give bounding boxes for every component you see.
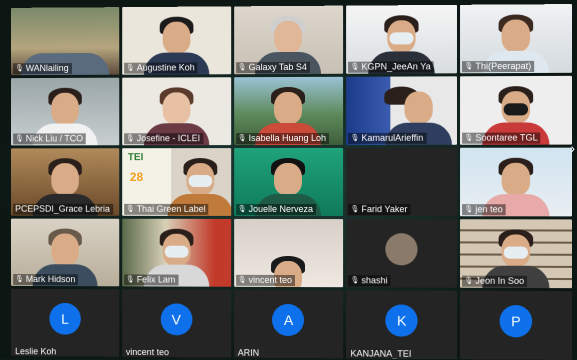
mic-icon: 🎙 — [238, 62, 247, 73]
participant-name: 🎙 KGPN_JeeAn Ya — [348, 61, 433, 72]
participant-name: 🎙 Jeon In Soo — [462, 276, 527, 287]
participant-name: 🎙 Nick Liu / TCO — [13, 133, 86, 144]
participant-tile[interactable]: 🎙 Nick Liu / TCO — [11, 78, 119, 146]
mic-icon: 🎙 — [126, 204, 135, 215]
video-conference-window: 🎙 WANlailing 🎙 Augustine Koh 🎙 Galaxy Tab S… — [0, 0, 577, 358]
participant-name: 🎙 Thai Green Label — [124, 204, 209, 215]
participant-tile[interactable]: 🎙 jen teo — [460, 148, 572, 217]
mic-icon: 🎙 — [464, 61, 473, 72]
participant-tile[interactable]: 🎙 Josefine - ICLEI — [122, 77, 231, 145]
participant-name: 🎙 Augustine Koh — [124, 62, 198, 73]
participant-name: 🎙 Mark Hidson — [13, 274, 78, 285]
participant-tile[interactable]: 🎙 Felix Lam — [122, 219, 231, 287]
participant-name: 🎙 Isabella Huang Loh — [236, 133, 329, 144]
participant-tile[interactable]: 🎙 WANlailing — [11, 7, 119, 75]
participant-tile[interactable]: 🎙 KGPN_JeeAn Ya — [346, 5, 457, 74]
participant-tile[interactable]: 🎙 Mark Hidson — [11, 219, 119, 287]
mic-icon: 🎙 — [15, 274, 24, 285]
mic-icon: 🎙 — [238, 204, 247, 215]
participant-name: 🎙 vincent teo — [236, 275, 295, 286]
avatar: V — [160, 303, 192, 335]
participant-name: ARIN — [238, 348, 259, 358]
participant-tile[interactable]: K KANJANA_TEI — [346, 290, 457, 359]
anniversary-label: 28 — [130, 170, 143, 184]
participant-tile[interactable]: V vincent teo — [122, 289, 231, 357]
participant-tile[interactable]: L Leslie Koh — [11, 289, 119, 357]
participant-tile[interactable]: 🎙 Soontaree TGL — [460, 76, 572, 145]
participant-gallery: 🎙 WANlailing 🎙 Augustine Koh 🎙 Galaxy Tab S… — [11, 4, 572, 360]
participant-tile[interactable]: 🎙 Jouelle Nerveza — [234, 148, 344, 216]
participant-name: vincent teo — [126, 347, 169, 357]
mic-icon: 🎙 — [351, 133, 360, 144]
participant-tile[interactable]: 🎙 KamarulArieffin — [346, 76, 457, 145]
chevron-right-icon[interactable]: › — [570, 140, 575, 156]
participant-name: 🎙 KamarulArieffin — [348, 133, 426, 144]
avatar: A — [273, 304, 305, 336]
mic-icon: 🎙 — [15, 134, 24, 145]
avatar: L — [49, 303, 80, 335]
participant-tile[interactable]: 🎙 Galaxy Tab S4 — [234, 6, 344, 75]
participant-name: 🎙 Jouelle Nerveza — [236, 204, 316, 215]
participant-tile[interactable]: A ARIN — [234, 290, 344, 359]
participant-name: 🎙 shashi — [348, 275, 390, 286]
participant-tile[interactable]: 🎙 Farid Yaker — [346, 148, 457, 216]
mic-icon: 🎙 — [351, 275, 360, 286]
profile-photo — [386, 233, 418, 265]
avatar: P — [500, 305, 533, 337]
participant-name: Leslie Koh — [15, 346, 56, 356]
mic-icon: 🎙 — [238, 275, 247, 286]
participant-name: 🎙 Galaxy Tab S4 — [236, 62, 310, 73]
tei-logo: TEI — [128, 152, 143, 163]
mic-icon: 🎙 — [126, 63, 135, 74]
mic-icon: 🎙 — [464, 276, 473, 287]
participant-tile[interactable]: 🎙 vincent teo — [234, 219, 344, 287]
mic-icon: 🎙 — [238, 133, 247, 144]
avatar: K — [386, 304, 418, 336]
participant-name: KANJANA_TEI — [351, 348, 412, 358]
participant-name: 🎙 jen teo — [462, 204, 506, 215]
participant-tile[interactable]: 🎙 Jeon In Soo — [460, 219, 572, 288]
mic-icon: 🎙 — [351, 204, 360, 215]
mic-icon: 🎙 — [351, 62, 360, 73]
participant-name: 🎙 Farid Yaker — [348, 204, 410, 215]
participant-tile[interactable]: PCEPSDI_Grace Lebria — [11, 148, 119, 216]
participant-name: 🎙 Soontaree TGL — [462, 133, 540, 144]
participant-name: PCEPSDI_Grace Lebria — [13, 204, 113, 215]
participant-name: 🎙 Felix Lam — [124, 274, 178, 285]
participant-name: 🎙 Thi(Peerapat) — [462, 61, 534, 72]
mic-icon: 🎙 — [126, 133, 135, 144]
participant-tile[interactable]: 🎙 Augustine Koh — [122, 6, 231, 74]
mic-icon: 🎙 — [126, 274, 135, 285]
participant-tile[interactable]: P — [460, 291, 572, 360]
participant-name: 🎙 Josefine - ICLEI — [124, 133, 203, 144]
participant-tile[interactable]: TEI 28 🎙 Thai Green Label — [122, 148, 231, 216]
mic-icon: 🎙 — [15, 63, 24, 74]
participant-tile[interactable]: 🎙 shashi — [346, 219, 457, 288]
participant-name: 🎙 WANlailing — [13, 63, 71, 74]
mic-icon: 🎙 — [464, 133, 473, 144]
participant-tile[interactable]: 🎙 Thi(Peerapat) — [460, 4, 572, 73]
mic-icon: 🎙 — [464, 204, 473, 215]
participant-tile[interactable]: 🎙 Isabella Huang Loh — [234, 77, 344, 145]
